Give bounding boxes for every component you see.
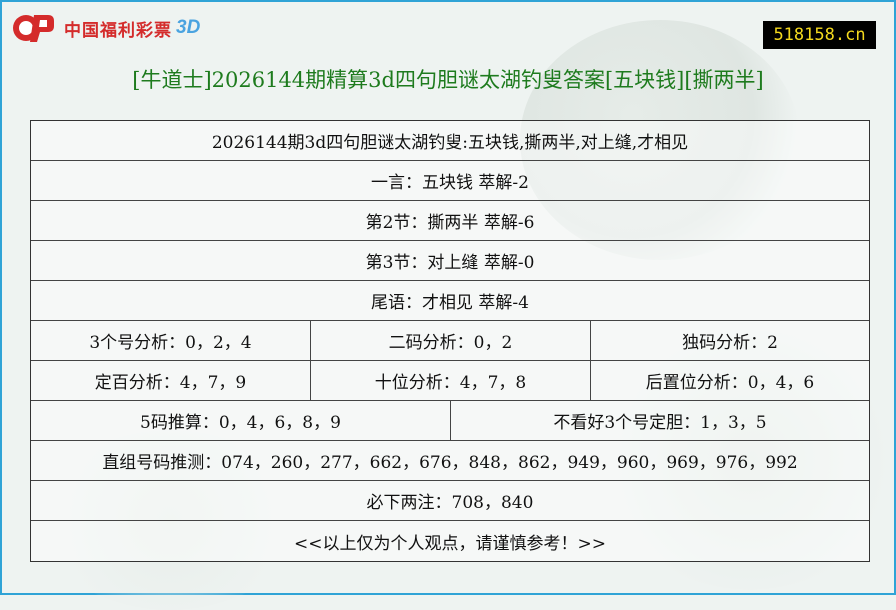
table-row: 5码推算：0，4，6，8，9 不看好3个号定胆：1，3，5 bbox=[31, 400, 869, 440]
back-position-analysis: 后置位分析：0，4，6 bbox=[590, 361, 869, 400]
site-domain-badge[interactable]: 518158.cn bbox=[763, 21, 876, 49]
direct-group-prediction: 直组号码推测：074，260，277，662，676，848，862，949，9… bbox=[102, 453, 798, 473]
welfare-lottery-logo-icon bbox=[13, 15, 54, 42]
logo-3d-text: 3D bbox=[176, 17, 201, 38]
single-code-analysis: 独码分析：2 bbox=[590, 321, 869, 360]
logo-text: 中国福利彩票 bbox=[64, 20, 172, 40]
three-number-analysis: 3个号分析：0，2，4 bbox=[89, 333, 252, 353]
lottery-logo[interactable]: 中国福利彩票 3D bbox=[10, 12, 200, 44]
table-row: 必下两注：708，840 bbox=[31, 480, 869, 520]
table-row: 直组号码推测：074，260，277，662，676，848，862，949，9… bbox=[31, 440, 869, 480]
must-bets: 必下两注：708，840 bbox=[366, 493, 534, 513]
table-row: 定百分析：4，7，9 十位分析：4，7，8 后置位分析：0，4，6 bbox=[31, 360, 869, 400]
five-code-estimate: 5码推算：0，4，6，8，9 bbox=[140, 413, 341, 433]
table-row: 一言：五块钱 萃解-2 bbox=[31, 160, 869, 200]
table-row: <<以上仅为个人观点，请谨慎参考！>> bbox=[31, 520, 869, 561]
prediction-table: 2026144期3d四句胆谜太湖钓叟:五块钱,撕两半,对上缝,才相见 一言：五块… bbox=[30, 120, 870, 562]
riddle-line-2: 第2节：撕两半 萃解-6 bbox=[365, 213, 535, 233]
riddle-line-4: 尾语：才相见 萃解-4 bbox=[371, 293, 529, 313]
table-row: 第2节：撕两半 萃解-6 bbox=[31, 200, 869, 240]
tens-analysis: 十位分析：4，7，8 bbox=[310, 361, 590, 400]
page-title: [牛道士]2026144期精算3d四句胆谜太湖钓叟答案[五块钱][撕两半] bbox=[132, 68, 764, 92]
table-row: 第3节：对上缝 萃解-0 bbox=[31, 240, 869, 280]
riddle-line-3: 第3节：对上缝 萃解-0 bbox=[365, 253, 535, 273]
table-row: 3个号分析：0，2，4 二码分析：0，2 独码分析：2 bbox=[31, 320, 869, 360]
table-row: 尾语：才相见 萃解-4 bbox=[31, 280, 869, 320]
disclaimer: <<以上仅为个人观点，请谨慎参考！>> bbox=[294, 533, 606, 554]
table-row: 2026144期3d四句胆谜太湖钓叟:五块钱,撕两半,对上缝,才相见 bbox=[31, 121, 869, 160]
riddle-line-1: 一言：五块钱 萃解-2 bbox=[371, 173, 529, 193]
hundreds-analysis: 定百分析：4，7，9 bbox=[94, 373, 247, 393]
not-favored-numbers: 不看好3个号定胆：1，3，5 bbox=[450, 401, 869, 440]
riddle-heading: 2026144期3d四句胆谜太湖钓叟:五块钱,撕两半,对上缝,才相见 bbox=[211, 133, 689, 153]
two-code-analysis: 二码分析：0，2 bbox=[310, 321, 590, 360]
